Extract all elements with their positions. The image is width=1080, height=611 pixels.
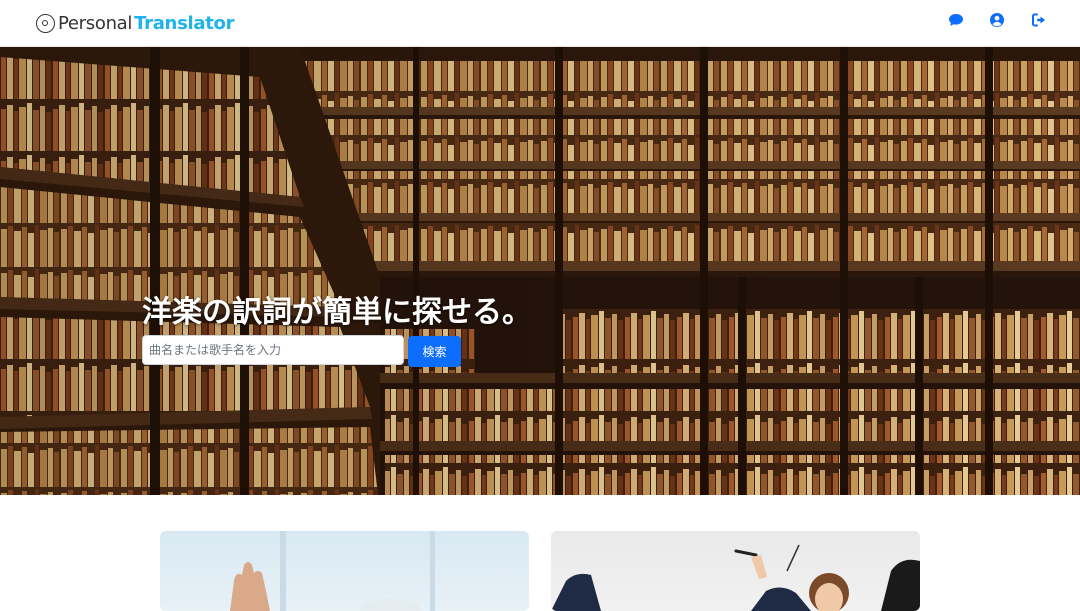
hero-title: 洋楽の訳詞が簡単に探せる。 bbox=[142, 295, 532, 330]
sign-out-icon[interactable] bbox=[1031, 12, 1047, 28]
conductor-photo bbox=[551, 544, 920, 611]
logo-mark-icon bbox=[36, 13, 55, 33]
feature-card-raised-hands[interactable] bbox=[160, 531, 529, 611]
brand-name-part2: Translator bbox=[134, 12, 235, 34]
search-input[interactable] bbox=[142, 335, 404, 365]
raised-hands-photo bbox=[230, 531, 435, 611]
user-circle-icon[interactable] bbox=[989, 12, 1005, 28]
brand-logo[interactable]: Personal Translator bbox=[36, 11, 234, 35]
brand-name-part1: Personal bbox=[58, 12, 133, 34]
library-bookshelf-background bbox=[0, 47, 1080, 495]
feature-card-conductor[interactable] bbox=[551, 531, 920, 611]
chat-icon[interactable] bbox=[948, 12, 964, 28]
top-navbar: Personal Translator bbox=[0, 0, 1080, 47]
hero-banner: 洋楽の訳詞が簡単に探せる。 検索 bbox=[0, 47, 1080, 495]
search-button[interactable]: 検索 bbox=[408, 336, 461, 367]
